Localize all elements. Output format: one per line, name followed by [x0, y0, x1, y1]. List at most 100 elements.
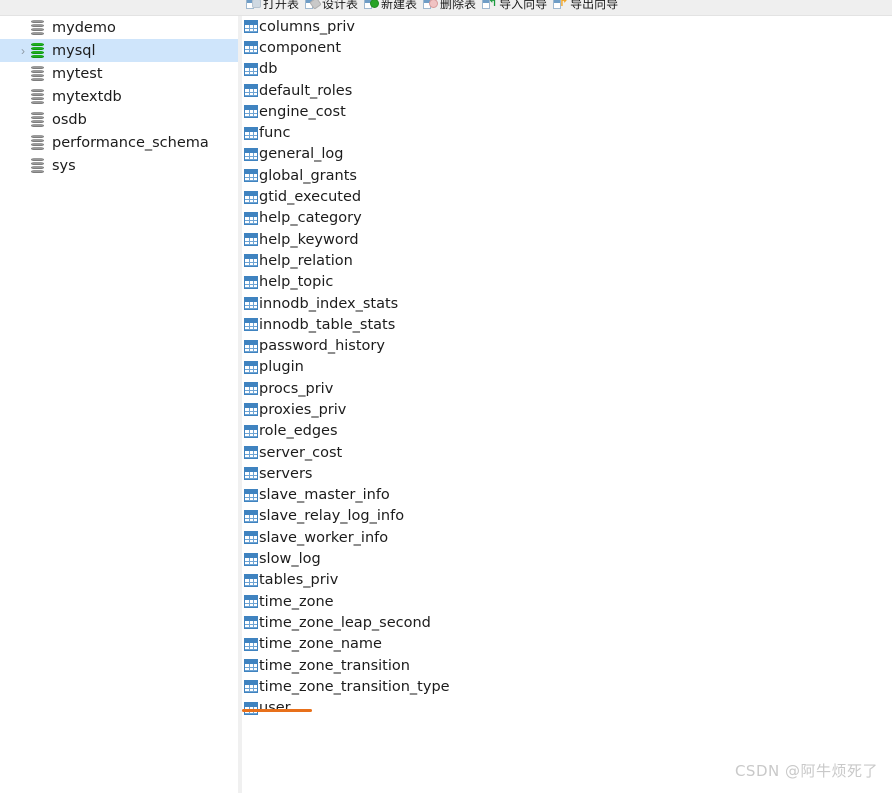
table-list-item-label: help_keyword: [259, 231, 359, 248]
toolbar-button-label: 打开表: [263, 0, 300, 11]
export-wizard-icon: ↱: [553, 0, 568, 11]
table-icon: [244, 360, 258, 374]
table-icon: [244, 318, 258, 332]
new-table-icon: [364, 0, 380, 11]
table-list-item-label: slave_relay_log_info: [259, 508, 405, 525]
badge-out-glyph: ↱: [559, 0, 569, 9]
table-list-item[interactable]: help_category: [242, 208, 892, 229]
table-list-item[interactable]: server_cost: [242, 442, 892, 463]
design-table-icon: [305, 0, 322, 11]
table-list-item[interactable]: general_log: [242, 144, 892, 165]
open-table-icon: [246, 0, 261, 11]
table-list-item-label: servers: [259, 465, 313, 482]
sidebar-item-mytextdb[interactable]: mytextdb: [0, 85, 238, 108]
table-list-item[interactable]: global_grants: [242, 165, 892, 186]
table-list-item[interactable]: help_relation: [242, 250, 892, 271]
table-list-item[interactable]: time_zone_leap_second: [242, 612, 892, 633]
table-list-item-label: time_zone_transition_type: [259, 678, 450, 695]
table-list-item[interactable]: time_zone_transition: [242, 655, 892, 676]
sidebar-item-sys[interactable]: sys: [0, 154, 238, 177]
csdn-watermark: CSDN @阿牛烦死了: [734, 762, 878, 780]
table-icon: [244, 233, 258, 247]
table-icon: [244, 467, 258, 481]
toolbar-button-新建表[interactable]: 新建表: [364, 0, 417, 12]
table-list-item[interactable]: default_roles: [242, 80, 892, 101]
database-icon: [31, 43, 44, 58]
table-list-item[interactable]: func: [242, 122, 892, 143]
table-list-item[interactable]: help_topic: [242, 272, 892, 293]
table-icon: [244, 190, 258, 204]
sidebar-item-mysql[interactable]: › mysql: [0, 39, 238, 62]
badge-new-glyph: [370, 0, 380, 8]
table-list-item[interactable]: procs_priv: [242, 378, 892, 399]
table-list-item[interactable]: tables_priv: [242, 570, 892, 591]
table-list-item[interactable]: innodb_index_stats: [242, 293, 892, 314]
sidebar-item-label: sys: [52, 157, 76, 174]
table-list-item[interactable]: slave_relay_log_info: [242, 506, 892, 527]
table-list-item-label: global_grants: [259, 167, 357, 184]
database-tree-sidebar[interactable]: mydemo › mysql mytest mytextdb osdb performanc…: [0, 16, 238, 793]
table-list-item[interactable]: password_history: [242, 335, 892, 356]
table-list-item-label: slave_master_info: [259, 487, 390, 504]
table-list-item-label: time_zone: [259, 593, 334, 610]
table-list-item[interactable]: slow_log: [242, 548, 892, 569]
table-list-item-label: slow_log: [259, 551, 321, 568]
sidebar-item-label: mytest: [52, 65, 103, 82]
table-list-item-label: columns_priv: [259, 18, 355, 35]
table-icon: [244, 573, 258, 587]
table-list-item[interactable]: proxies_priv: [242, 399, 892, 420]
table-list-item[interactable]: user: [242, 698, 892, 719]
table-list-item[interactable]: innodb_table_stats: [242, 314, 892, 335]
table-icon: [244, 531, 258, 545]
badge-design-glyph: [309, 0, 322, 10]
toolbar-button-label: 导出向导: [570, 0, 619, 11]
database-icon: [31, 20, 44, 35]
table-list-item[interactable]: slave_worker_info: [242, 527, 892, 548]
table-list-item-label: time_zone_name: [259, 636, 382, 653]
table-list-item-label: db: [259, 61, 278, 78]
toolbar-button-label: 导入向导: [499, 0, 548, 11]
table-list-item[interactable]: servers: [242, 463, 892, 484]
table-list-item[interactable]: plugin: [242, 357, 892, 378]
table-list-item[interactable]: gtid_executed: [242, 186, 892, 207]
table-list-item[interactable]: time_zone: [242, 591, 892, 612]
sidebar-item-mytest[interactable]: mytest: [0, 62, 238, 85]
badge-in-glyph: ↰: [488, 0, 498, 9]
table-list-item[interactable]: db: [242, 59, 892, 80]
delete-table-icon: [423, 0, 439, 11]
table-list-item-label: server_cost: [259, 444, 343, 461]
table-list-item-label: func: [259, 125, 291, 142]
table-list-item-label: password_history: [259, 338, 385, 355]
table-list-item-label: gtid_executed: [259, 189, 362, 206]
sidebar-item-osdb[interactable]: osdb: [0, 108, 238, 131]
toolbar-button-设计表[interactable]: 设计表: [305, 0, 358, 12]
table-icon: [244, 509, 258, 523]
badge-del-glyph: [429, 0, 439, 8]
table-list-item-label: role_edges: [259, 423, 338, 440]
table-list-item[interactable]: role_edges: [242, 421, 892, 442]
import-wizard-icon: ↰: [482, 0, 497, 11]
table-list-item[interactable]: time_zone_name: [242, 634, 892, 655]
table-icon: [244, 275, 258, 289]
table-list-item[interactable]: slave_master_info: [242, 485, 892, 506]
table-list-item-label: tables_priv: [259, 572, 339, 589]
table-list-item[interactable]: columns_priv: [242, 16, 892, 37]
table-list-item[interactable]: component: [242, 37, 892, 58]
table-list-item-label: plugin: [259, 359, 304, 376]
sidebar-item-mydemo[interactable]: mydemo: [0, 16, 238, 39]
chevron-right-icon[interactable]: ›: [18, 45, 28, 57]
toolbar-button-打开表[interactable]: 打开表: [246, 0, 299, 12]
table-icon: [244, 595, 258, 609]
table-icon: [244, 403, 258, 417]
toolbar-button-导出向导[interactable]: ↱ 导出向导: [553, 0, 618, 12]
database-icon: [31, 112, 44, 127]
toolbar-button-label: 设计表: [322, 0, 359, 11]
sidebar-item-performance_schema[interactable]: performance_schema: [0, 131, 238, 154]
toolbar-button-导入向导[interactable]: ↰ 导入向导: [482, 0, 547, 12]
table-list-item[interactable]: help_keyword: [242, 229, 892, 250]
tables-list-panel[interactable]: columns_priv component db default_roles engi…: [242, 16, 892, 793]
table-list-item[interactable]: time_zone_transition_type: [242, 676, 892, 697]
database-icon: [31, 66, 44, 81]
table-list-item[interactable]: engine_cost: [242, 101, 892, 122]
toolbar-button-删除表[interactable]: 删除表: [423, 0, 476, 12]
